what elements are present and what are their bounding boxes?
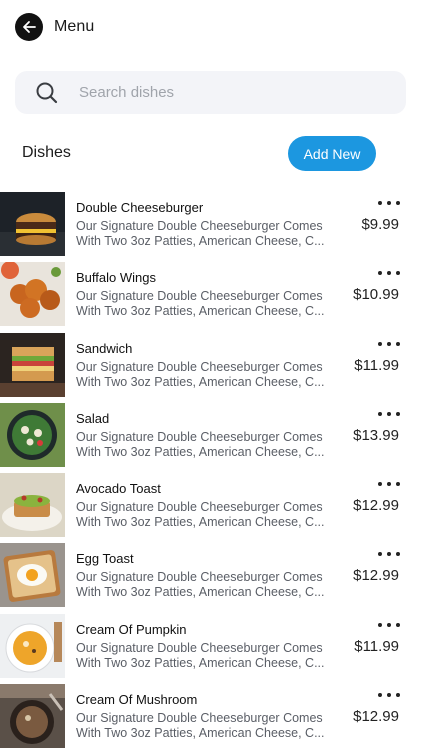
dish-price: $12.99	[353, 497, 399, 515]
more-options-icon[interactable]	[378, 618, 400, 632]
more-options-icon[interactable]	[378, 266, 400, 280]
dish-description: Our Signature Double Cheeseburger Comes W…	[76, 570, 325, 600]
dish-image	[0, 332, 65, 397]
more-options-icon[interactable]	[378, 688, 400, 702]
search-icon	[35, 81, 59, 105]
dish-price: $10.99	[353, 286, 399, 304]
dish-list: Double Cheeseburger Our Signature Double…	[0, 192, 422, 750]
dish-image	[0, 684, 65, 749]
dish-image	[0, 613, 65, 678]
more-options-icon[interactable]	[378, 196, 400, 210]
dish-description: Our Signature Double Cheeseburger Comes W…	[76, 711, 325, 741]
dish-price: $13.99	[353, 426, 399, 444]
top-bar: Menu	[15, 12, 407, 42]
dish-name: Sandwich	[76, 340, 133, 356]
dish-image	[0, 262, 65, 327]
dish-description: Our Signature Double Cheeseburger Comes W…	[76, 219, 325, 248]
arrow-left-icon	[23, 21, 36, 33]
dish-image	[0, 473, 65, 538]
dish-price: $9.99	[361, 216, 399, 233]
list-item[interactable]: Egg Toast Our Signature Double Cheesebur…	[0, 543, 422, 613]
list-item[interactable]: Buffalo Wings Our Signature Double Chees…	[0, 262, 422, 332]
more-options-icon[interactable]	[378, 547, 400, 561]
more-options-icon[interactable]	[378, 477, 400, 491]
dish-price: $12.99	[353, 567, 399, 585]
dish-name: Egg Toast	[76, 551, 134, 567]
dish-name: Buffalo Wings	[76, 270, 156, 286]
list-item[interactable]: Avocado Toast Our Signature Double Chees…	[0, 473, 422, 543]
dish-image	[0, 402, 65, 467]
dish-price: $11.99	[354, 637, 399, 655]
list-item[interactable]: Salad Our Signature Double Cheeseburger …	[0, 402, 422, 473]
search-bar[interactable]	[15, 71, 406, 114]
dish-price: $12.99	[353, 708, 399, 726]
dish-name: Cream Of Pumpkin	[76, 621, 187, 637]
add-new-button[interactable]: Add New	[288, 136, 376, 171]
more-options-icon[interactable]	[378, 337, 400, 351]
dish-description: Our Signature Double Cheeseburger Comes W…	[76, 500, 325, 530]
dish-name: Avocado Toast	[76, 481, 161, 497]
dish-description: Our Signature Double Cheeseburger Comes W…	[76, 429, 325, 459]
dish-price: $11.99	[354, 356, 399, 374]
dish-image	[0, 192, 65, 256]
list-item[interactable]: Sandwich Our Signature Double Cheeseburg…	[0, 332, 422, 403]
dish-description: Our Signature Double Cheeseburger Comes W…	[76, 289, 325, 319]
dish-description: Our Signature Double Cheeseburger Comes W…	[76, 640, 325, 670]
list-item[interactable]: Cream Of Mushroom Our Signature Double C…	[0, 684, 422, 750]
search-input[interactable]	[79, 84, 369, 101]
dish-description: Our Signature Double Cheeseburger Comes W…	[76, 359, 325, 389]
page-title: Menu	[54, 18, 95, 35]
back-button[interactable]	[15, 13, 43, 41]
list-item[interactable]: Double Cheeseburger Our Signature Double…	[0, 192, 422, 262]
list-item[interactable]: Cream Of Pumpkin Our Signature Double Ch…	[0, 613, 422, 684]
dish-name: Cream Of Mushroom	[76, 692, 198, 708]
dish-name: Double Cheeseburger	[76, 200, 204, 215]
more-options-icon[interactable]	[378, 407, 400, 421]
dish-name: Salad	[76, 410, 110, 426]
dish-image	[0, 543, 65, 608]
section-title: Dishes	[22, 144, 71, 161]
